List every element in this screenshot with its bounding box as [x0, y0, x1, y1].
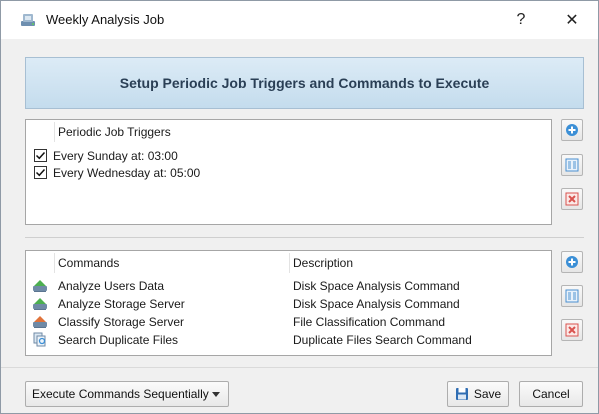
app-icon	[20, 12, 37, 28]
section-divider	[25, 237, 584, 238]
triggers-column-header: Periodic Job Triggers	[58, 125, 171, 139]
command-description: File Classification Command	[293, 315, 446, 329]
command-row[interactable]: Classify Storage Server File Classificat…	[30, 313, 551, 331]
delete-trigger-button[interactable]	[561, 188, 583, 210]
command-description: Disk Space Analysis Command	[293, 279, 460, 293]
disk-analysis-icon	[32, 296, 48, 311]
plus-icon	[566, 256, 578, 268]
window-title: Weekly Analysis Job	[46, 12, 165, 27]
footer-divider	[1, 367, 598, 368]
edit-trigger-button[interactable]	[561, 154, 583, 176]
trigger-checkbox[interactable]	[34, 166, 47, 179]
checkmark-icon	[35, 168, 46, 177]
edit-command-button[interactable]	[561, 285, 583, 307]
command-row[interactable]: Analyze Storage Server Disk Space Analys…	[30, 295, 551, 313]
disk-analysis-icon	[32, 278, 48, 293]
delete-icon	[565, 323, 579, 337]
dialog-window: Weekly Analysis Job ? ✕ Setup Periodic J…	[0, 0, 599, 414]
trigger-label: Every Sunday at: 03:00	[53, 148, 178, 163]
save-button-label: Save	[473, 387, 502, 401]
command-description: Disk Space Analysis Command	[293, 297, 460, 311]
column-separator	[289, 253, 290, 273]
help-button[interactable]: ?	[498, 1, 544, 39]
command-name: Classify Storage Server	[58, 315, 185, 329]
execution-mode-value: Execute Commands Sequentially	[32, 387, 209, 401]
title-bar: Weekly Analysis Job ? ✕	[1, 1, 598, 39]
header-banner: Setup Periodic Job Triggers and Commands…	[25, 57, 584, 109]
properties-icon	[565, 158, 579, 172]
trigger-label: Every Wednesday at: 05:00	[53, 165, 201, 180]
file-classification-icon	[32, 314, 48, 329]
add-command-button[interactable]	[561, 251, 583, 273]
cancel-button[interactable]: Cancel	[519, 381, 583, 407]
command-row[interactable]: Analyze Users Data Disk Space Analysis C…	[30, 277, 551, 295]
close-button[interactable]: ✕	[549, 1, 595, 39]
floppy-disk-icon	[455, 388, 468, 400]
execution-mode-dropdown[interactable]: Execute Commands Sequentially	[25, 381, 229, 407]
commands-list[interactable]: Commands Description Analyze Users Data …	[25, 250, 552, 356]
column-separator	[54, 253, 55, 273]
checkmark-icon	[35, 151, 46, 160]
delete-icon	[565, 192, 579, 206]
command-row[interactable]: Search Duplicate Files Duplicate Files S…	[30, 331, 551, 349]
trigger-row[interactable]: Every Wednesday at: 05:00	[34, 164, 200, 181]
command-description: Duplicate Files Search Command	[293, 333, 472, 347]
save-button[interactable]: Save	[447, 381, 509, 407]
chevron-down-icon	[212, 392, 220, 397]
trigger-row[interactable]: Every Sunday at: 03:00	[34, 147, 178, 164]
add-trigger-button[interactable]	[561, 119, 583, 141]
column-separator	[54, 122, 55, 142]
command-name: Analyze Storage Server	[58, 297, 185, 311]
command-name: Search Duplicate Files	[58, 333, 179, 347]
triggers-list[interactable]: Periodic Job Triggers Every Sunday at: 0…	[25, 119, 552, 225]
trigger-checkbox[interactable]	[34, 149, 47, 162]
duplicate-search-icon	[32, 332, 48, 347]
properties-icon	[565, 289, 579, 303]
delete-command-button[interactable]	[561, 319, 583, 341]
description-column-header[interactable]: Description	[293, 251, 353, 275]
plus-icon	[566, 124, 578, 136]
commands-column-header[interactable]: Commands	[58, 251, 119, 275]
command-name: Analyze Users Data	[58, 279, 165, 293]
